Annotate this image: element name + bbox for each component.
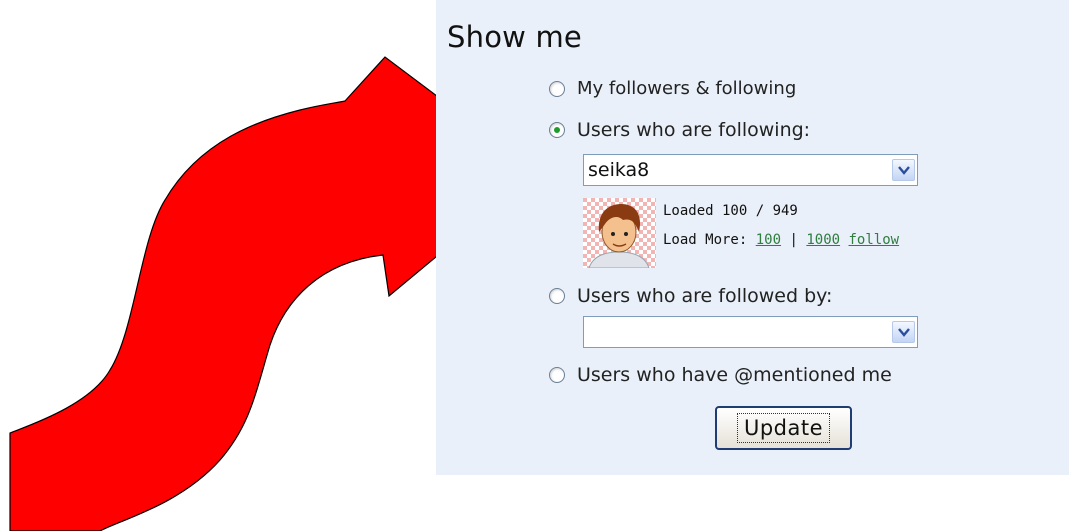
follow-link[interactable]: follow	[849, 232, 900, 248]
load-more: Load More: 100 | 1000 follow	[663, 232, 899, 248]
radio-my-followers[interactable]	[549, 80, 565, 97]
update-button-label: Update	[736, 413, 831, 443]
load-more-label: Load More:	[663, 232, 748, 248]
option-my-followers[interactable]: My followers & following	[549, 78, 796, 99]
chevron-down-icon[interactable]	[892, 159, 915, 181]
radio-users-mentioned-me[interactable]	[549, 367, 565, 383]
load-100-link[interactable]: 100	[756, 232, 781, 248]
followed-by-user-select[interactable]	[583, 316, 918, 348]
loaded-count: Loaded 100 / 949	[663, 203, 798, 219]
load-1000-link[interactable]: 1000	[806, 232, 840, 248]
panel-title: Show me	[447, 20, 582, 54]
update-button[interactable]: Update	[715, 406, 852, 450]
option-users-followed-by-label: Users who are followed by:	[577, 285, 833, 307]
chevron-down-icon[interactable]	[892, 321, 915, 343]
option-users-followed-by[interactable]: Users who are followed by:	[549, 285, 832, 307]
following-user-select[interactable]: seika8	[583, 154, 918, 186]
following-user-select-value: seika8	[588, 159, 650, 181]
user-avatar	[583, 198, 656, 268]
option-users-following[interactable]: Users who are following:	[549, 119, 810, 141]
option-users-mentioned-me-label: Users who have @mentioned me	[577, 364, 892, 386]
option-my-followers-label: My followers & following	[577, 78, 797, 99]
option-users-mentioned-me[interactable]: Users who have @mentioned me	[549, 364, 892, 386]
radio-users-following[interactable]	[549, 122, 565, 138]
option-users-following-label: Users who are following:	[577, 119, 811, 141]
radio-users-followed-by[interactable]	[549, 288, 565, 304]
load-more-separator: |	[789, 232, 798, 248]
